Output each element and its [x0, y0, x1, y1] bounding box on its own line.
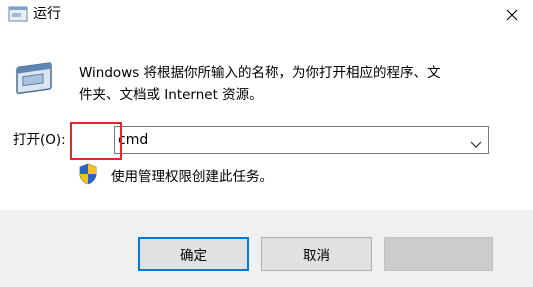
- description-line-2: 件夹、文档或 Internet 资源。: [79, 87, 263, 103]
- open-combobox[interactable]: [114, 126, 489, 154]
- description-line-1: Windows 将根据你所输入的名称，为你打开相应的程序、文: [79, 65, 441, 81]
- uac-shield-icon: [78, 163, 98, 185]
- title-bar: 运行: [0, 0, 533, 30]
- close-button[interactable]: [490, 0, 533, 30]
- chevron-down-icon[interactable]: [470, 135, 482, 148]
- close-icon: [506, 6, 518, 25]
- ok-button[interactable]: 确定: [138, 237, 249, 271]
- run-app-icon: [8, 6, 28, 22]
- run-description: Windows 将根据你所输入的名称，为你打开相应的程序、文 件夹、文档或 In…: [79, 62, 499, 106]
- run-app-icon: [14, 60, 56, 96]
- admin-notice: 使用管理权限创建此任务。: [111, 169, 273, 185]
- open-label: 打开(O):: [13, 132, 66, 148]
- window-title: 运行: [33, 6, 61, 22]
- browse-button[interactable]: [384, 237, 493, 271]
- annotation-highlight-box: [70, 122, 122, 160]
- open-input[interactable]: [116, 128, 458, 152]
- cancel-button[interactable]: 取消: [261, 237, 372, 271]
- run-dialog: 运行 Windows 将根据你所输入的名称，为你打开相应的程序、文 件夹、文档或…: [0, 0, 533, 287]
